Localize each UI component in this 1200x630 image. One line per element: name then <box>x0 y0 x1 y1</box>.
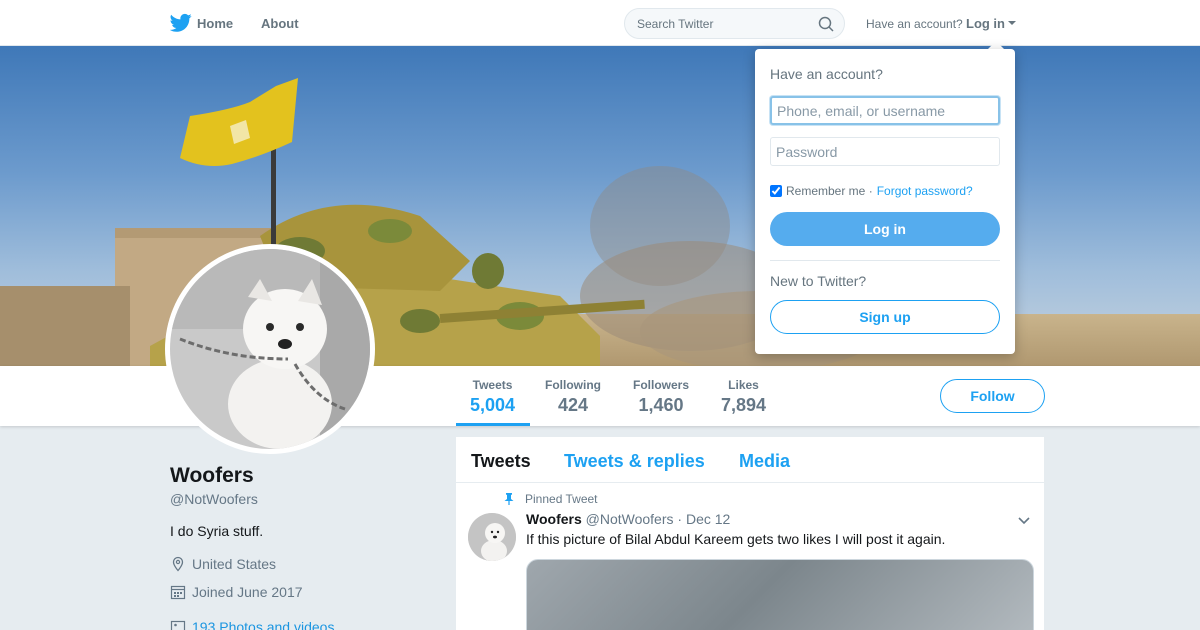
profile-avatar[interactable] <box>165 244 375 454</box>
search-placeholder: Search Twitter <box>637 17 714 31</box>
password-field[interactable] <box>770 137 1000 166</box>
tab-tweets-replies[interactable]: Tweets & replies <box>564 451 705 472</box>
have-account-text: Have an account? <box>866 17 963 31</box>
remember-me-label: Remember me · <box>786 184 873 198</box>
stat-label: Likes <box>728 378 759 392</box>
dog-avatar-image <box>468 513 516 561</box>
stat-followers[interactable]: Followers 1,460 <box>633 378 689 416</box>
location-pin-icon <box>172 556 184 572</box>
twitter-bird-icon[interactable] <box>170 13 192 33</box>
remember-me-row: Remember me · Forgot password? <box>770 184 973 198</box>
dropdown-divider <box>770 260 1000 261</box>
login-dropdown-toggle[interactable]: Log in <box>966 16 1005 31</box>
nav-home-link[interactable]: Home <box>197 16 233 31</box>
stat-following[interactable]: Following 424 <box>545 378 601 416</box>
tweet-text: If this picture of Bilal Abdul Kareem ge… <box>526 531 946 547</box>
tweet-header: Woofers @NotWoofers · Dec 12 <box>526 511 730 527</box>
calendar-icon <box>170 585 186 600</box>
tab-media[interactable]: Media <box>739 451 790 472</box>
search-input[interactable]: Search Twitter <box>624 8 845 39</box>
profile-bio: I do Syria stuff. <box>170 523 264 539</box>
login-button[interactable]: Log in <box>770 212 1000 246</box>
stat-value: 5,004 <box>470 395 516 415</box>
profile-handle[interactable]: @NotWoofers <box>170 491 258 507</box>
search-icon[interactable] <box>818 16 834 32</box>
chevron-down-icon[interactable] <box>1018 517 1030 525</box>
active-stat-underline <box>456 423 530 426</box>
pin-icon <box>504 493 514 505</box>
nav-about-link[interactable]: About <box>261 16 299 31</box>
dropdown-arrow <box>988 41 1004 49</box>
timeline-tabs: Tweets Tweets & replies Media <box>456 437 1044 483</box>
stat-label: Tweets <box>472 378 513 392</box>
profile-location: United States <box>170 556 276 572</box>
caret-down-icon[interactable] <box>1008 21 1016 25</box>
forgot-password-link[interactable]: Forgot password? <box>877 184 973 198</box>
stat-label: Followers <box>633 378 690 392</box>
profile-joined: Joined June 2017 <box>170 584 303 600</box>
signup-button[interactable]: Sign up <box>770 300 1000 334</box>
tweet-media-image[interactable] <box>526 559 1034 630</box>
follow-button[interactable]: Follow <box>940 379 1045 413</box>
top-navigation-bar: Home About Search Twitter Have an accoun… <box>0 0 1200 46</box>
tab-tweets[interactable]: Tweets <box>471 451 531 472</box>
location-text: United States <box>192 556 277 572</box>
stat-label: Following <box>545 378 601 392</box>
login-dropdown: Have an account? Remember me · Forgot pa… <box>755 49 1015 354</box>
dog-avatar-image <box>170 249 370 449</box>
stat-value: 7,894 <box>721 395 767 415</box>
tweet-avatar[interactable] <box>468 513 516 561</box>
stat-likes[interactable]: Likes 7,894 <box>721 378 766 416</box>
username-field[interactable] <box>770 96 1000 125</box>
login-dropdown-title: Have an account? <box>770 66 883 82</box>
profile-media-link[interactable]: 193 Photos and videos <box>170 619 334 630</box>
photo-icon <box>170 620 186 630</box>
tweet-author-name[interactable]: Woofers <box>526 511 582 527</box>
joined-text: Joined June 2017 <box>192 584 303 600</box>
timeline-panel: Tweets Tweets & replies Media Pinned Twe… <box>456 437 1044 630</box>
tweet-date[interactable]: · Dec 12 <box>677 511 730 527</box>
stat-tweets[interactable]: Tweets 5,004 <box>470 378 515 416</box>
stat-value: 424 <box>557 395 589 415</box>
profile-name[interactable]: Woofers <box>170 464 254 488</box>
media-link-text[interactable]: 193 Photos and videos <box>192 619 334 630</box>
tweet-author-handle[interactable]: @NotWoofers <box>586 511 674 527</box>
new-to-twitter-text: New to Twitter? <box>770 273 867 289</box>
remember-me-checkbox[interactable] <box>770 185 782 197</box>
stat-value: 1,460 <box>638 395 684 415</box>
pinned-label: Pinned Tweet <box>525 492 598 506</box>
